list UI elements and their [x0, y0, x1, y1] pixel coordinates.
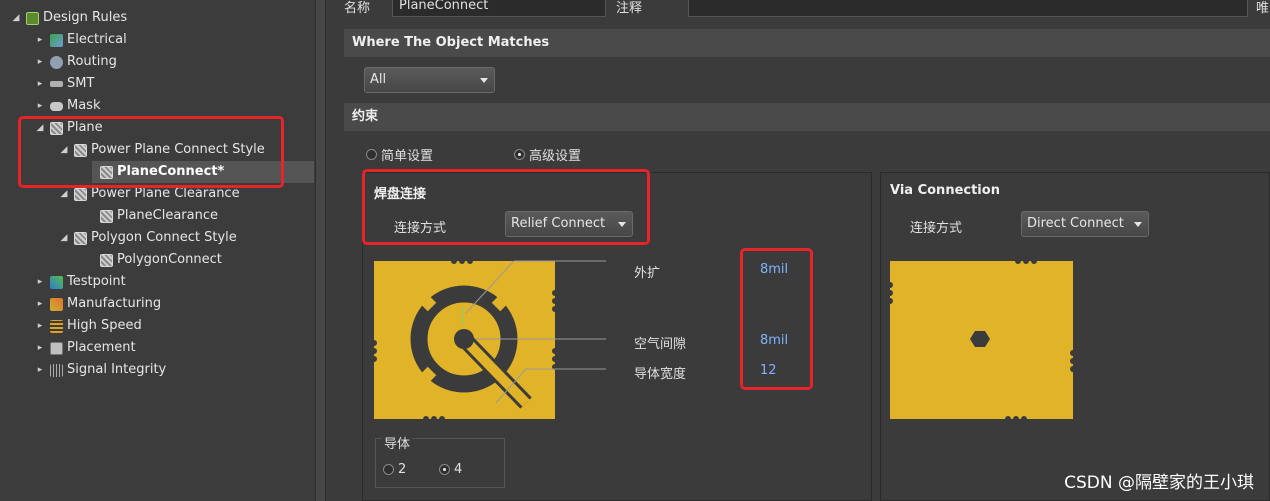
tree-item-polygon-connect-style[interactable]: ◢ Polygon Connect Style: [58, 227, 237, 249]
watermark-text: CSDN @隔壁家的王小琪: [1064, 473, 1254, 493]
simple-settings-radio[interactable]: 简单设置: [366, 145, 433, 164]
section-where-object-matches: Where The Object Matches: [344, 29, 1270, 57]
tree-label: Polygon Connect Style: [91, 230, 237, 245]
tree-item-electrical[interactable]: ▸ Electrical: [34, 29, 127, 51]
tree-label: PlaneClearance: [117, 208, 219, 223]
tree-label: Signal Integrity: [67, 362, 167, 377]
tree-item-high-speed[interactable]: ▸ High Speed: [34, 315, 142, 337]
tree-label: Electrical: [67, 32, 127, 47]
tree-item-smt[interactable]: ▸ SMT: [34, 73, 95, 95]
testpoint-icon: [50, 275, 63, 289]
expand-arrow-icon[interactable]: ▸: [34, 359, 46, 381]
tree-item-polygonconnect[interactable]: PolygonConnect: [100, 249, 222, 271]
rules-tree: ◢ Design Rules ▸ Electrical ▸ Routing ▸ …: [0, 0, 315, 501]
electrical-icon: [50, 33, 63, 47]
collapse-arrow-icon[interactable]: ◢: [58, 227, 70, 249]
name-input[interactable]: PlaneConnect: [392, 0, 606, 17]
tree-label: Manufacturing: [67, 296, 162, 311]
plane-rule-icon: [74, 187, 87, 201]
expansion-label: 外扩: [634, 266, 661, 281]
radio-label: 简单设置: [381, 149, 434, 164]
manufacturing-icon: [50, 297, 63, 311]
chevron-down-icon: [1134, 222, 1142, 227]
tree-item-routing[interactable]: ▸ Routing: [34, 51, 117, 73]
via-connect-style-value: Direct Connect: [1027, 216, 1124, 231]
conductor-width-label: 导体宽度: [634, 367, 687, 382]
chevron-down-icon: [480, 78, 488, 83]
mask-icon: [50, 101, 63, 111]
expand-arrow-icon[interactable]: ▸: [34, 315, 46, 337]
smt-icon: [50, 81, 63, 87]
app-root: ◢ Design Rules ▸ Electrical ▸ Routing ▸ …: [0, 0, 1270, 501]
tree-item-placement[interactable]: ▸ Placement: [34, 337, 136, 359]
tree-label: Routing: [67, 54, 117, 69]
radio-on-icon: [514, 149, 525, 160]
rule-icon: [100, 253, 113, 267]
highlight-box-tree: [18, 116, 284, 188]
rule-editor: 名称 PlaneConnect 注释 唯 Where The Object Ma…: [326, 0, 1270, 501]
tree-item-planeclearance[interactable]: PlaneClearance: [100, 205, 218, 227]
tree-label: SMT: [67, 76, 95, 91]
air-gap-label: 空气间隙: [634, 337, 687, 352]
tree-item-testpoint[interactable]: ▸ Testpoint: [34, 271, 126, 293]
design-rules-icon: [26, 11, 39, 25]
name-label: 名称: [344, 1, 371, 16]
expand-arrow-icon[interactable]: ▸: [34, 337, 46, 359]
highlight-box-values: [740, 248, 813, 390]
unique-id-label: 唯: [1256, 1, 1270, 16]
tree-label: High Speed: [67, 318, 142, 333]
expand-arrow-icon[interactable]: ▸: [34, 73, 46, 95]
rule-icon: [100, 209, 113, 223]
expand-arrow-icon[interactable]: ▸: [34, 271, 46, 293]
panel-splitter[interactable]: [315, 0, 326, 501]
tree-item-manufacturing[interactable]: ▸ Manufacturing: [34, 293, 161, 315]
direct-connect-diagram: [887, 258, 1076, 422]
collapse-arrow-icon[interactable]: ◢: [10, 7, 22, 29]
tree-label: Testpoint: [67, 274, 126, 289]
highlight-box-pad-connect: [362, 169, 650, 245]
comment-label: 注释: [616, 1, 643, 16]
tree-label: Design Rules: [43, 10, 128, 25]
radio-label: 高级设置: [529, 149, 582, 164]
advanced-settings-radio[interactable]: 高级设置: [514, 145, 581, 164]
expand-arrow-icon[interactable]: ▸: [34, 29, 46, 51]
expand-arrow-icon[interactable]: ▸: [34, 95, 46, 117]
routing-icon: [50, 55, 63, 69]
conductors-2-radio[interactable]: 2: [383, 462, 406, 477]
plane-rule-icon: [74, 231, 87, 245]
scope-dropdown[interactable]: All: [364, 67, 495, 93]
pad-hole: [454, 329, 474, 349]
placement-icon: [50, 341, 63, 355]
signal-integrity-icon: [50, 363, 63, 377]
high-speed-icon: [50, 319, 63, 333]
tree-label: Mask: [67, 98, 101, 113]
radio-label: 4: [454, 462, 463, 477]
via-connection-title: Via Connection: [890, 183, 1000, 198]
radio-on-icon: [439, 464, 450, 475]
section-constraints: 约束: [344, 103, 1270, 131]
conductors-label: 导体: [382, 433, 413, 452]
radio-off-icon: [383, 464, 394, 475]
via-connect-style-label: 连接方式: [910, 221, 963, 236]
radio-off-icon: [366, 149, 377, 160]
conductors-4-radio[interactable]: 4: [439, 462, 462, 477]
scope-value: All: [370, 72, 387, 87]
tree-label: PolygonConnect: [117, 252, 222, 267]
expand-arrow-icon[interactable]: ▸: [34, 293, 46, 315]
expand-arrow-icon[interactable]: ▸: [34, 51, 46, 73]
radio-label: 2: [398, 462, 407, 477]
tree-item-mask[interactable]: ▸ Mask: [34, 95, 101, 117]
via-connect-style-dropdown[interactable]: Direct Connect: [1021, 211, 1149, 237]
tree-item-signal-integrity[interactable]: ▸ Signal Integrity: [34, 359, 167, 381]
tree-root-design-rules[interactable]: ◢ Design Rules: [10, 7, 128, 29]
comment-input[interactable]: [688, 0, 1248, 17]
tree-label: Placement: [67, 340, 136, 355]
